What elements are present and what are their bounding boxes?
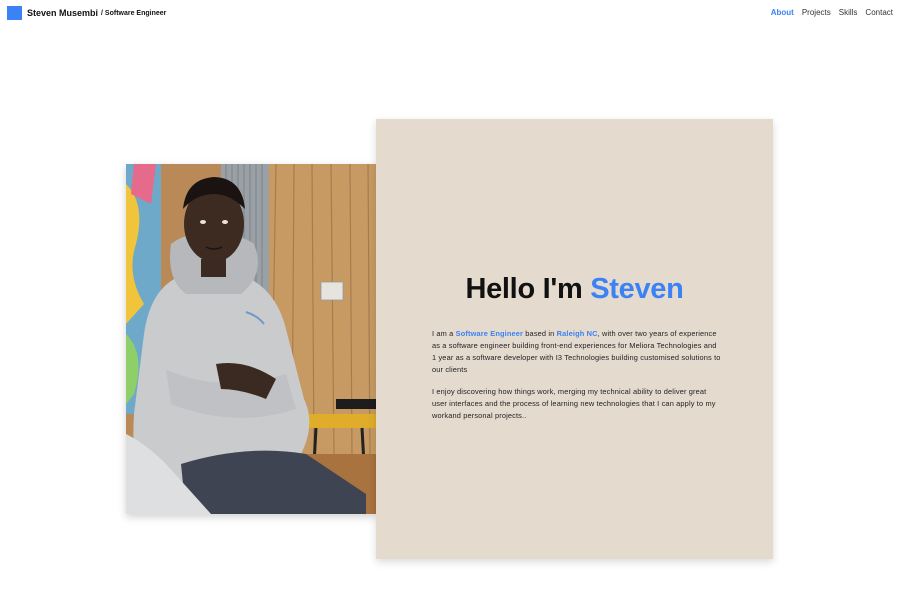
intro-mid: based in: [523, 329, 557, 338]
greeting-text: Hello I'm: [465, 273, 591, 305]
brand[interactable]: Steven Musembi / Software Engineer: [7, 6, 166, 20]
brand-name: Steven Musembi: [27, 8, 99, 18]
nav-menu: About Projects Skills Contact: [771, 8, 893, 17]
logo-square-icon: [7, 6, 22, 20]
nav-link-contact[interactable]: Contact: [865, 8, 893, 17]
hero-heading: Hello I'm Steven: [376, 273, 773, 306]
intro-paragraph: I am a Software Engineer based in Raleig…: [432, 328, 722, 376]
hero-name: Steven: [590, 273, 684, 305]
nav-link-about[interactable]: About: [771, 8, 794, 17]
profile-photo: [126, 164, 376, 514]
top-navigation-bar: Steven Musembi / Software Engineer About…: [0, 0, 901, 28]
location-highlight: Raleigh NC: [556, 329, 598, 338]
nav-link-skills[interactable]: Skills: [839, 8, 858, 17]
about-card: Hello I'm Steven I am a Software Enginee…: [376, 119, 773, 559]
role-highlight: Software Engineer: [455, 329, 524, 338]
nav-link-projects[interactable]: Projects: [802, 8, 831, 17]
second-paragraph: I enjoy discovering how things work, mer…: [432, 387, 716, 420]
brand-role: / Software Engineer: [101, 9, 167, 17]
intro-prefix: I am a: [432, 329, 456, 338]
